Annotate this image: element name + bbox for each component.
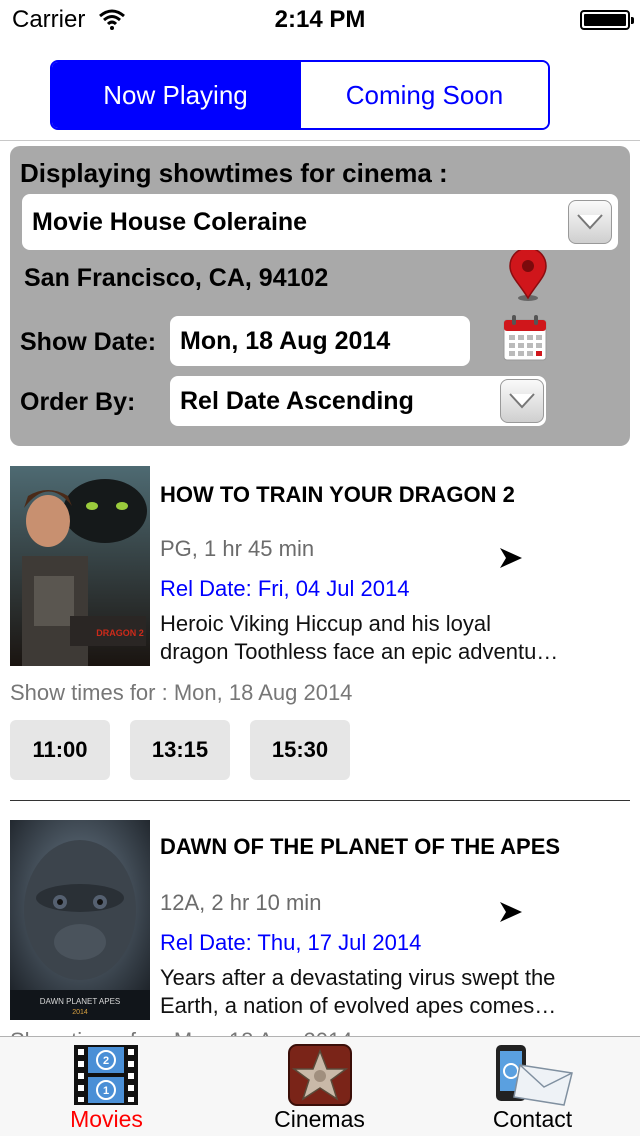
film-reel-icon: 2 1: [74, 1045, 138, 1105]
row-divider: [10, 800, 630, 801]
movie-synopsis: Years after a devastating virus swept th…: [160, 964, 610, 1020]
cinema-name: Movie House Coleraine: [32, 207, 308, 236]
synopsis-line: dragon Toothless face an epic adventu…: [160, 639, 559, 664]
order-by-value: Rel Date Ascending: [180, 386, 414, 415]
tab-cinemas[interactable]: Cinemas: [213, 1037, 426, 1136]
tab-label: Movies: [70, 1106, 143, 1132]
movie-poster[interactable]: DRAGON 2: [10, 466, 150, 666]
order-by-picker[interactable]: Rel Date Ascending: [170, 376, 546, 426]
calendar-icon[interactable]: [502, 314, 548, 362]
status-bar: Carrier 2:14 PM: [0, 0, 640, 40]
svg-text:1: 1: [103, 1085, 109, 1097]
tab-contact[interactable]: Contact: [426, 1037, 639, 1136]
movie-title: HOW TO TRAIN YOUR DRAGON 2: [160, 482, 515, 507]
divider: [0, 140, 640, 141]
disclosure-arrow-icon[interactable]: [500, 548, 522, 568]
chevron-down-icon: [577, 214, 603, 230]
cinema-picker[interactable]: Movie House Coleraine: [22, 194, 618, 250]
clock: 2:14 PM: [274, 6, 366, 33]
chevron-down-icon: [509, 393, 535, 409]
poster-title: DRAGON 2: [96, 628, 144, 638]
phone-mail-icon: [496, 1045, 573, 1106]
cinema-filter-panel: Displaying showtimes for cinema : Movie …: [10, 146, 630, 446]
show-date-label: Show Date:: [20, 328, 157, 356]
panel-heading: Displaying showtimes for cinema :: [20, 158, 448, 188]
tab-bar: 2 1 Movies Cinemas Contact: [0, 1036, 640, 1136]
tab-label: Contact: [492, 1106, 573, 1132]
synopsis-line: Years after a devastating virus swept th…: [160, 965, 556, 990]
star-icon: [288, 1044, 352, 1106]
movie-release-date: Rel Date: Fri, 04 Jul 2014: [160, 576, 410, 601]
now-coming-segmented-control: Now Playing Coming Soon: [50, 60, 550, 130]
cinema-dropdown-button[interactable]: [568, 200, 612, 244]
tab-coming-soon[interactable]: Coming Soon: [299, 62, 548, 128]
movie-row[interactable]: DRAGON 2 HOW TO TRAIN YOUR DRAGON 2 PG, …: [0, 466, 640, 800]
synopsis-line: Heroic Viking Hiccup and his loyal: [160, 611, 491, 636]
map-pin-icon[interactable]: [506, 250, 550, 302]
show-date-field[interactable]: Mon, 18 Aug 2014: [170, 316, 470, 366]
movie-row[interactable]: DAWN PLANET APES 2014 DAWN OF THE PLANET…: [0, 820, 640, 1053]
movie-release-date: Rel Date: Thu, 17 Jul 2014: [160, 930, 422, 955]
movie-synopsis: Heroic Viking Hiccup and his loyal drago…: [160, 610, 610, 666]
disclosure-arrow-icon[interactable]: [500, 902, 522, 922]
svg-text:2: 2: [103, 1055, 109, 1067]
order-by-label: Order By:: [20, 388, 136, 416]
showtime-button[interactable]: 13:15: [130, 720, 230, 780]
show-date-value: Mon, 18 Aug 2014: [180, 326, 391, 355]
battery-icon: [580, 10, 634, 30]
order-dropdown-button[interactable]: [500, 379, 544, 423]
tab-now-playing[interactable]: Now Playing: [52, 62, 299, 128]
tab-label: Cinemas: [274, 1106, 365, 1132]
synopsis-line: Earth, a nation of evolved apes comes…: [160, 993, 557, 1018]
movie-rating-runtime: 12A, 2 hr 10 min: [160, 890, 322, 915]
showtime-button[interactable]: 11:00: [10, 720, 110, 780]
poster-title: DAWN PLANET APES: [40, 997, 120, 1006]
cinema-address: San Francisco, CA, 94102: [24, 264, 329, 292]
tab-movies[interactable]: 2 1 Movies: [0, 1037, 213, 1136]
movie-title: DAWN OF THE PLANET OF THE APES: [160, 834, 561, 859]
poster-year: 2014: [72, 1009, 88, 1016]
showtime-button[interactable]: 15:30: [250, 720, 350, 780]
movie-rating-runtime: PG, 1 hr 45 min: [160, 536, 315, 561]
showtimes-label: Show times for : Mon, 18 Aug 2014: [10, 680, 353, 705]
movie-poster[interactable]: DAWN PLANET APES 2014: [10, 820, 150, 1020]
